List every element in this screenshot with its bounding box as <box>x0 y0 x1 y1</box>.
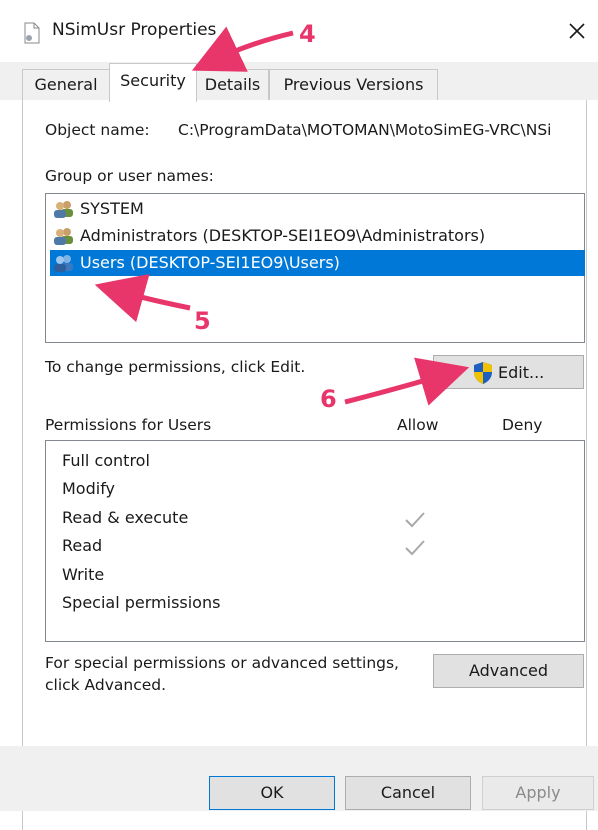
annotation-step-6: 6 <box>320 385 337 413</box>
permission-modify: Modify <box>62 479 116 498</box>
uac-shield-icon <box>472 361 494 385</box>
permission-full-control: Full control <box>62 451 150 470</box>
permission-special: Special permissions <box>62 593 221 612</box>
edit-button[interactable]: Edit... <box>433 355 584 389</box>
permissions-for-label: Permissions for Users <box>45 416 212 434</box>
close-icon <box>569 23 585 39</box>
allow-read-check-icon <box>403 538 427 558</box>
users-group-icon <box>52 200 76 218</box>
user-item-label: SYSTEM <box>80 199 144 218</box>
permissions-list: Full control Modify Read & execute Read … <box>45 440 585 642</box>
object-name-label: Object name: <box>45 121 150 139</box>
permission-read-execute: Read & execute <box>62 508 189 527</box>
annotation-step-4: 4 <box>299 20 316 48</box>
advanced-settings-text-line1: For special permissions or advanced sett… <box>45 654 399 672</box>
security-panel: Object name: C:\ProgramData\MOTOMAN\Moto… <box>22 100 587 830</box>
group-or-user-names-label: Group or user names: <box>45 167 214 185</box>
cancel-button[interactable]: Cancel <box>345 776 471 810</box>
permission-read: Read <box>62 536 103 555</box>
user-item-label: Users (DESKTOP-SEI1EO9\Users) <box>80 253 340 272</box>
properties-dialog: NSimUsr Properties General Security Deta… <box>0 0 598 830</box>
users-group-icon <box>52 227 76 245</box>
ok-button[interactable]: OK <box>209 776 335 810</box>
user-item-users[interactable]: Users (DESKTOP-SEI1EO9\Users) <box>50 250 585 276</box>
annotation-step-5: 5 <box>194 307 211 335</box>
window-title: NSimUsr Properties <box>52 20 217 40</box>
allow-column-header: Allow <box>397 416 439 434</box>
close-button[interactable] <box>560 14 594 48</box>
deny-column-header: Deny <box>502 416 543 434</box>
tab-previous-versions[interactable]: Previous Versions <box>269 69 438 100</box>
apply-button[interactable]: Apply <box>482 776 594 810</box>
file-icon <box>22 22 42 44</box>
tab-general[interactable]: General <box>22 69 110 100</box>
edit-button-label: Edit... <box>498 363 545 382</box>
change-permissions-text: To change permissions, click Edit. <box>45 358 306 376</box>
user-list[interactable]: SYSTEM Administrators (DESKTOP-SEI1EO9\A… <box>45 193 585 343</box>
advanced-button[interactable]: Advanced <box>433 654 584 688</box>
user-item-label: Administrators (DESKTOP-SEI1EO9\Administ… <box>80 226 486 245</box>
allow-read-execute-check-icon <box>403 510 427 530</box>
advanced-settings-text-line2: click Advanced. <box>45 676 167 694</box>
object-name-value: C:\ProgramData\MOTOMAN\MotoSimEG-VRC\NSi <box>178 121 552 139</box>
tab-security[interactable]: Security <box>109 63 197 102</box>
users-group-icon <box>52 254 76 272</box>
user-item-administrators[interactable]: Administrators (DESKTOP-SEI1EO9\Administ… <box>50 223 585 249</box>
user-item-system[interactable]: SYSTEM <box>50 196 585 222</box>
tab-details[interactable]: Details <box>196 69 269 100</box>
permission-write: Write <box>62 565 105 584</box>
